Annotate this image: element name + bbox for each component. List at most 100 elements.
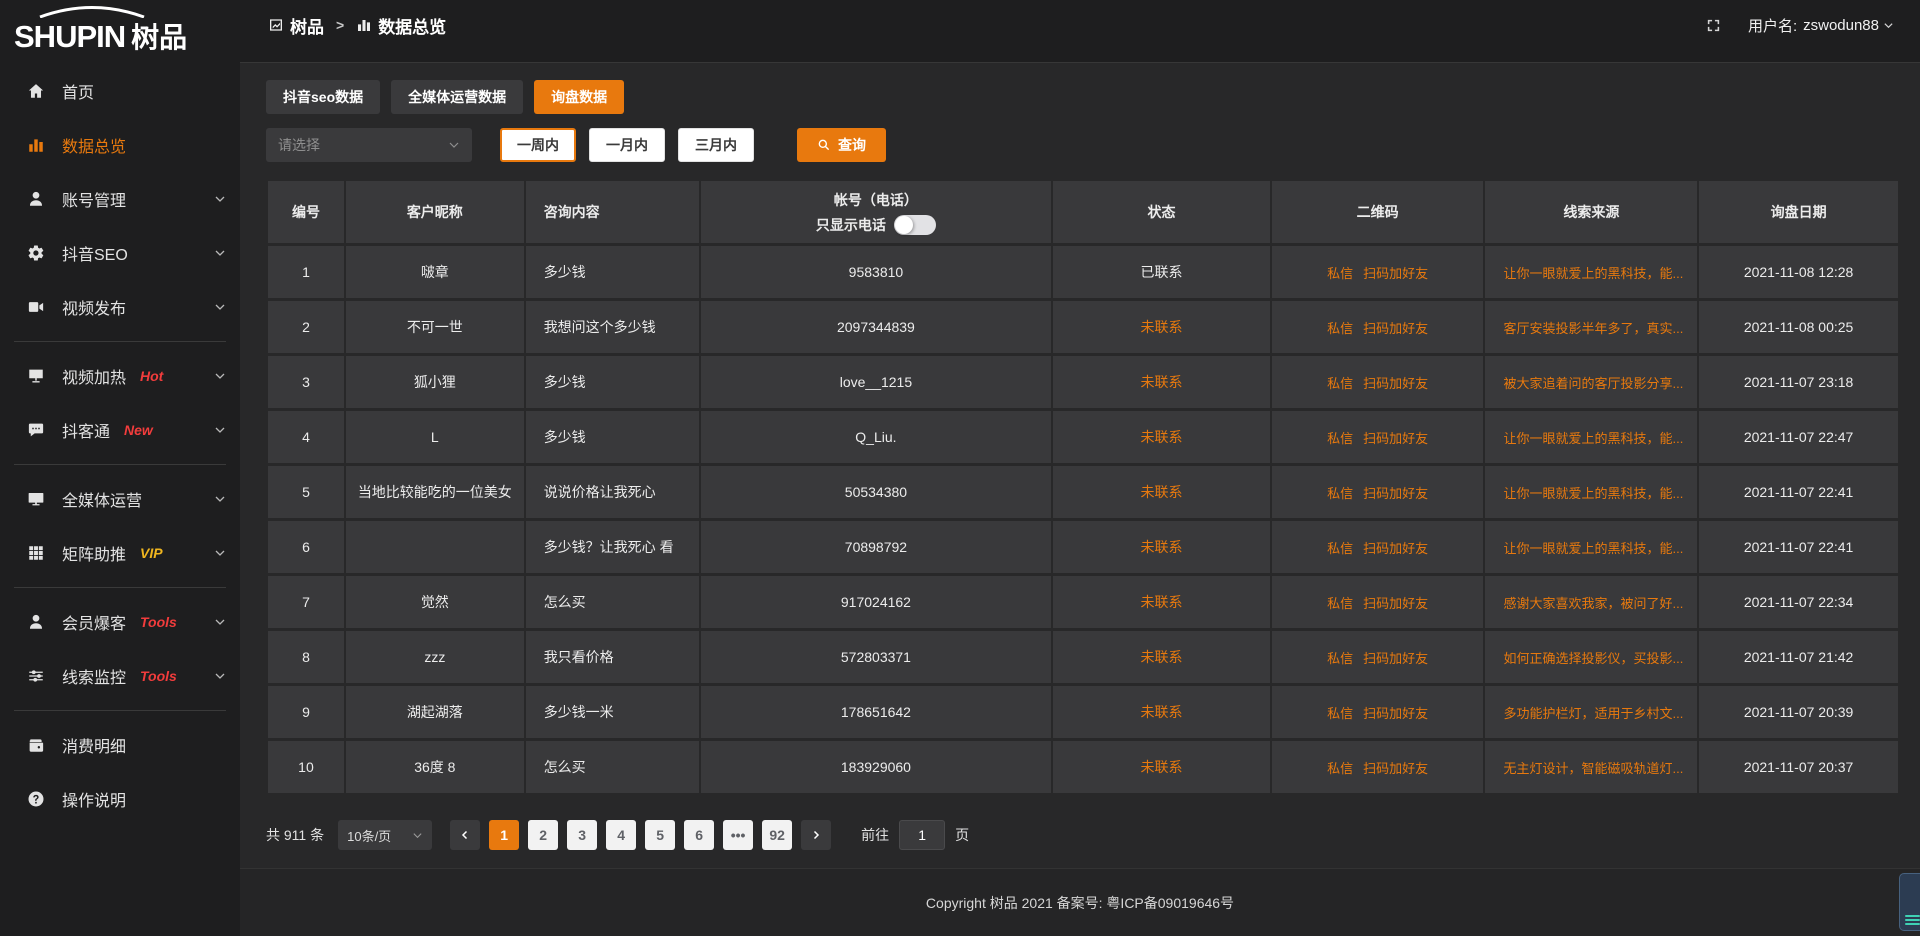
username[interactable]: zswodun88: [1803, 17, 1879, 34]
cell-content: 说说价格让我死心: [526, 466, 699, 518]
filter-select[interactable]: 请选择: [266, 128, 472, 162]
qr-scan-link[interactable]: 扫码加好友: [1363, 706, 1428, 721]
cell-qr: 私信 扫码加好友: [1272, 576, 1484, 628]
sidebar-item[interactable]: 消费明细: [0, 718, 240, 772]
sidebar-item-label: 会员爆客: [62, 610, 126, 634]
floating-widget[interactable]: [1899, 873, 1920, 931]
chart-line-icon: [268, 17, 284, 33]
qr-scan-link[interactable]: 扫码加好友: [1363, 651, 1428, 666]
sidebar-item[interactable]: 会员爆客 Tools: [0, 595, 240, 649]
qr-private-link[interactable]: 私信: [1327, 706, 1353, 721]
cell-no: 8: [268, 631, 344, 683]
qr-scan-link[interactable]: 扫码加好友: [1363, 486, 1428, 501]
qr-scan-link[interactable]: 扫码加好友: [1363, 266, 1428, 281]
column-header-qr: 二维码: [1272, 181, 1484, 243]
sidebar-item[interactable]: 线索监控 Tools: [0, 649, 240, 703]
period-button[interactable]: 一周内: [500, 128, 576, 162]
source-link[interactable]: 无主灯设计，智能磁吸轨道灯...: [1503, 761, 1683, 776]
chevron-down-icon[interactable]: [1883, 20, 1894, 31]
source-link[interactable]: 被大家追着问的客厅投影分享...: [1503, 376, 1683, 391]
next-page-button[interactable]: [801, 820, 831, 850]
phone-only-toggle[interactable]: [894, 215, 936, 235]
chevron-down-icon: [448, 139, 460, 151]
cell-source: 让你一眼就爱上的黑科技，能...: [1485, 521, 1697, 573]
qr-private-link[interactable]: 私信: [1327, 486, 1353, 501]
page-button[interactable]: •••: [723, 820, 753, 850]
sidebar-divider: [14, 341, 226, 342]
qr-scan-link[interactable]: 扫码加好友: [1363, 541, 1428, 556]
cell-nickname: zzz: [346, 631, 524, 683]
column-header-date: 询盘日期: [1699, 181, 1898, 243]
cell-date: 2021-11-07 21:42: [1699, 631, 1898, 683]
qr-scan-link[interactable]: 扫码加好友: [1363, 376, 1428, 391]
source-link[interactable]: 如何正确选择投影仪，买投影...: [1503, 651, 1683, 666]
sidebar-item[interactable]: 操作说明: [0, 772, 240, 826]
source-link[interactable]: 感谢大家喜欢我家，被问了好...: [1503, 596, 1683, 611]
qr-scan-link[interactable]: 扫码加好友: [1363, 321, 1428, 336]
sidebar-item[interactable]: 账号管理: [0, 172, 240, 226]
home-icon: [26, 81, 46, 101]
topbar: 树品 > 数据总览 用户名: zswodun88: [240, 0, 1920, 63]
page-button[interactable]: 4: [606, 820, 636, 850]
column-header-content: 咨询内容: [526, 181, 699, 243]
qr-private-link[interactable]: 私信: [1327, 651, 1353, 666]
sidebar: SHUPIN 树品 首页 数据总览: [0, 0, 240, 936]
qr-private-link[interactable]: 私信: [1327, 761, 1353, 776]
sidebar-item[interactable]: 抖客通 New: [0, 403, 240, 457]
source-link[interactable]: 多功能护栏灯，适用于乡村文...: [1503, 706, 1683, 721]
source-link[interactable]: 让你一眼就爱上的黑科技，能...: [1503, 541, 1683, 556]
fullscreen-icon[interactable]: [1705, 17, 1722, 34]
column-header-nickname: 客户昵称: [346, 181, 524, 243]
tab[interactable]: 询盘数据: [534, 80, 624, 114]
cell-date: 2021-11-07 23:18: [1699, 356, 1898, 408]
page-button[interactable]: 1: [489, 820, 519, 850]
search-button[interactable]: 查询: [797, 128, 886, 162]
qr-private-link[interactable]: 私信: [1327, 266, 1353, 281]
source-link[interactable]: 客厅安装投影半年多了，真实...: [1503, 321, 1683, 336]
qr-private-link[interactable]: 私信: [1327, 431, 1353, 446]
cell-status: 未联系: [1053, 521, 1270, 573]
tab[interactable]: 抖音seo数据: [266, 80, 380, 114]
cell-date: 2021-11-07 22:41: [1699, 521, 1898, 573]
period-button[interactable]: 三月内: [678, 128, 754, 162]
tab[interactable]: 全媒体运营数据: [391, 80, 523, 114]
sidebar-item[interactable]: 全媒体运营: [0, 472, 240, 526]
sidebar-item[interactable]: 首页: [0, 64, 240, 118]
page-button[interactable]: 6: [684, 820, 714, 850]
sidebar-item[interactable]: 视频加热 Hot: [0, 349, 240, 403]
sidebar-item[interactable]: 数据总览: [0, 118, 240, 172]
data-tabs: 抖音seo数据 全媒体运营数据 询盘数据: [266, 80, 1900, 114]
sidebar-item[interactable]: 矩阵助推 VIP: [0, 526, 240, 580]
qr-scan-link[interactable]: 扫码加好友: [1363, 596, 1428, 611]
qr-scan-link[interactable]: 扫码加好友: [1363, 431, 1428, 446]
page-button[interactable]: 5: [645, 820, 675, 850]
page-button[interactable]: 3: [567, 820, 597, 850]
sidebar-item-badge: Tools: [140, 668, 177, 684]
sidebar-item[interactable]: 抖音SEO: [0, 226, 240, 280]
logo-text-cn: 树品: [131, 24, 187, 52]
goto-page-input[interactable]: [899, 820, 945, 850]
qr-private-link[interactable]: 私信: [1327, 376, 1353, 391]
sidebar-item-label: 数据总览: [62, 133, 126, 157]
qr-private-link[interactable]: 私信: [1327, 321, 1353, 336]
qr-scan-link[interactable]: 扫码加好友: [1363, 761, 1428, 776]
status-text: 未联系: [1141, 759, 1183, 775]
page-button[interactable]: 2: [528, 820, 558, 850]
period-button[interactable]: 一月内: [589, 128, 665, 162]
status-text: 已联系: [1141, 264, 1183, 280]
breadcrumb-root[interactable]: 树品: [290, 13, 324, 38]
cell-content: 多少钱: [526, 356, 699, 408]
page-button[interactable]: 92: [762, 820, 792, 850]
cell-content: 多少钱: [526, 411, 699, 463]
page-size-select[interactable]: 10条/页: [338, 820, 432, 850]
sidebar-item[interactable]: 视频发布: [0, 280, 240, 334]
source-link[interactable]: 让你一眼就爱上的黑科技，能...: [1503, 266, 1683, 281]
source-link[interactable]: 让你一眼就爱上的黑科技，能...: [1503, 486, 1683, 501]
qr-private-link[interactable]: 私信: [1327, 596, 1353, 611]
qr-private-link[interactable]: 私信: [1327, 541, 1353, 556]
bar-chart-icon: [26, 135, 46, 155]
cell-date: 2021-11-07 22:41: [1699, 466, 1898, 518]
source-link[interactable]: 让你一眼就爱上的黑科技，能...: [1503, 431, 1683, 446]
prev-page-button[interactable]: [450, 820, 480, 850]
cell-source: 如何正确选择投影仪，买投影...: [1485, 631, 1697, 683]
